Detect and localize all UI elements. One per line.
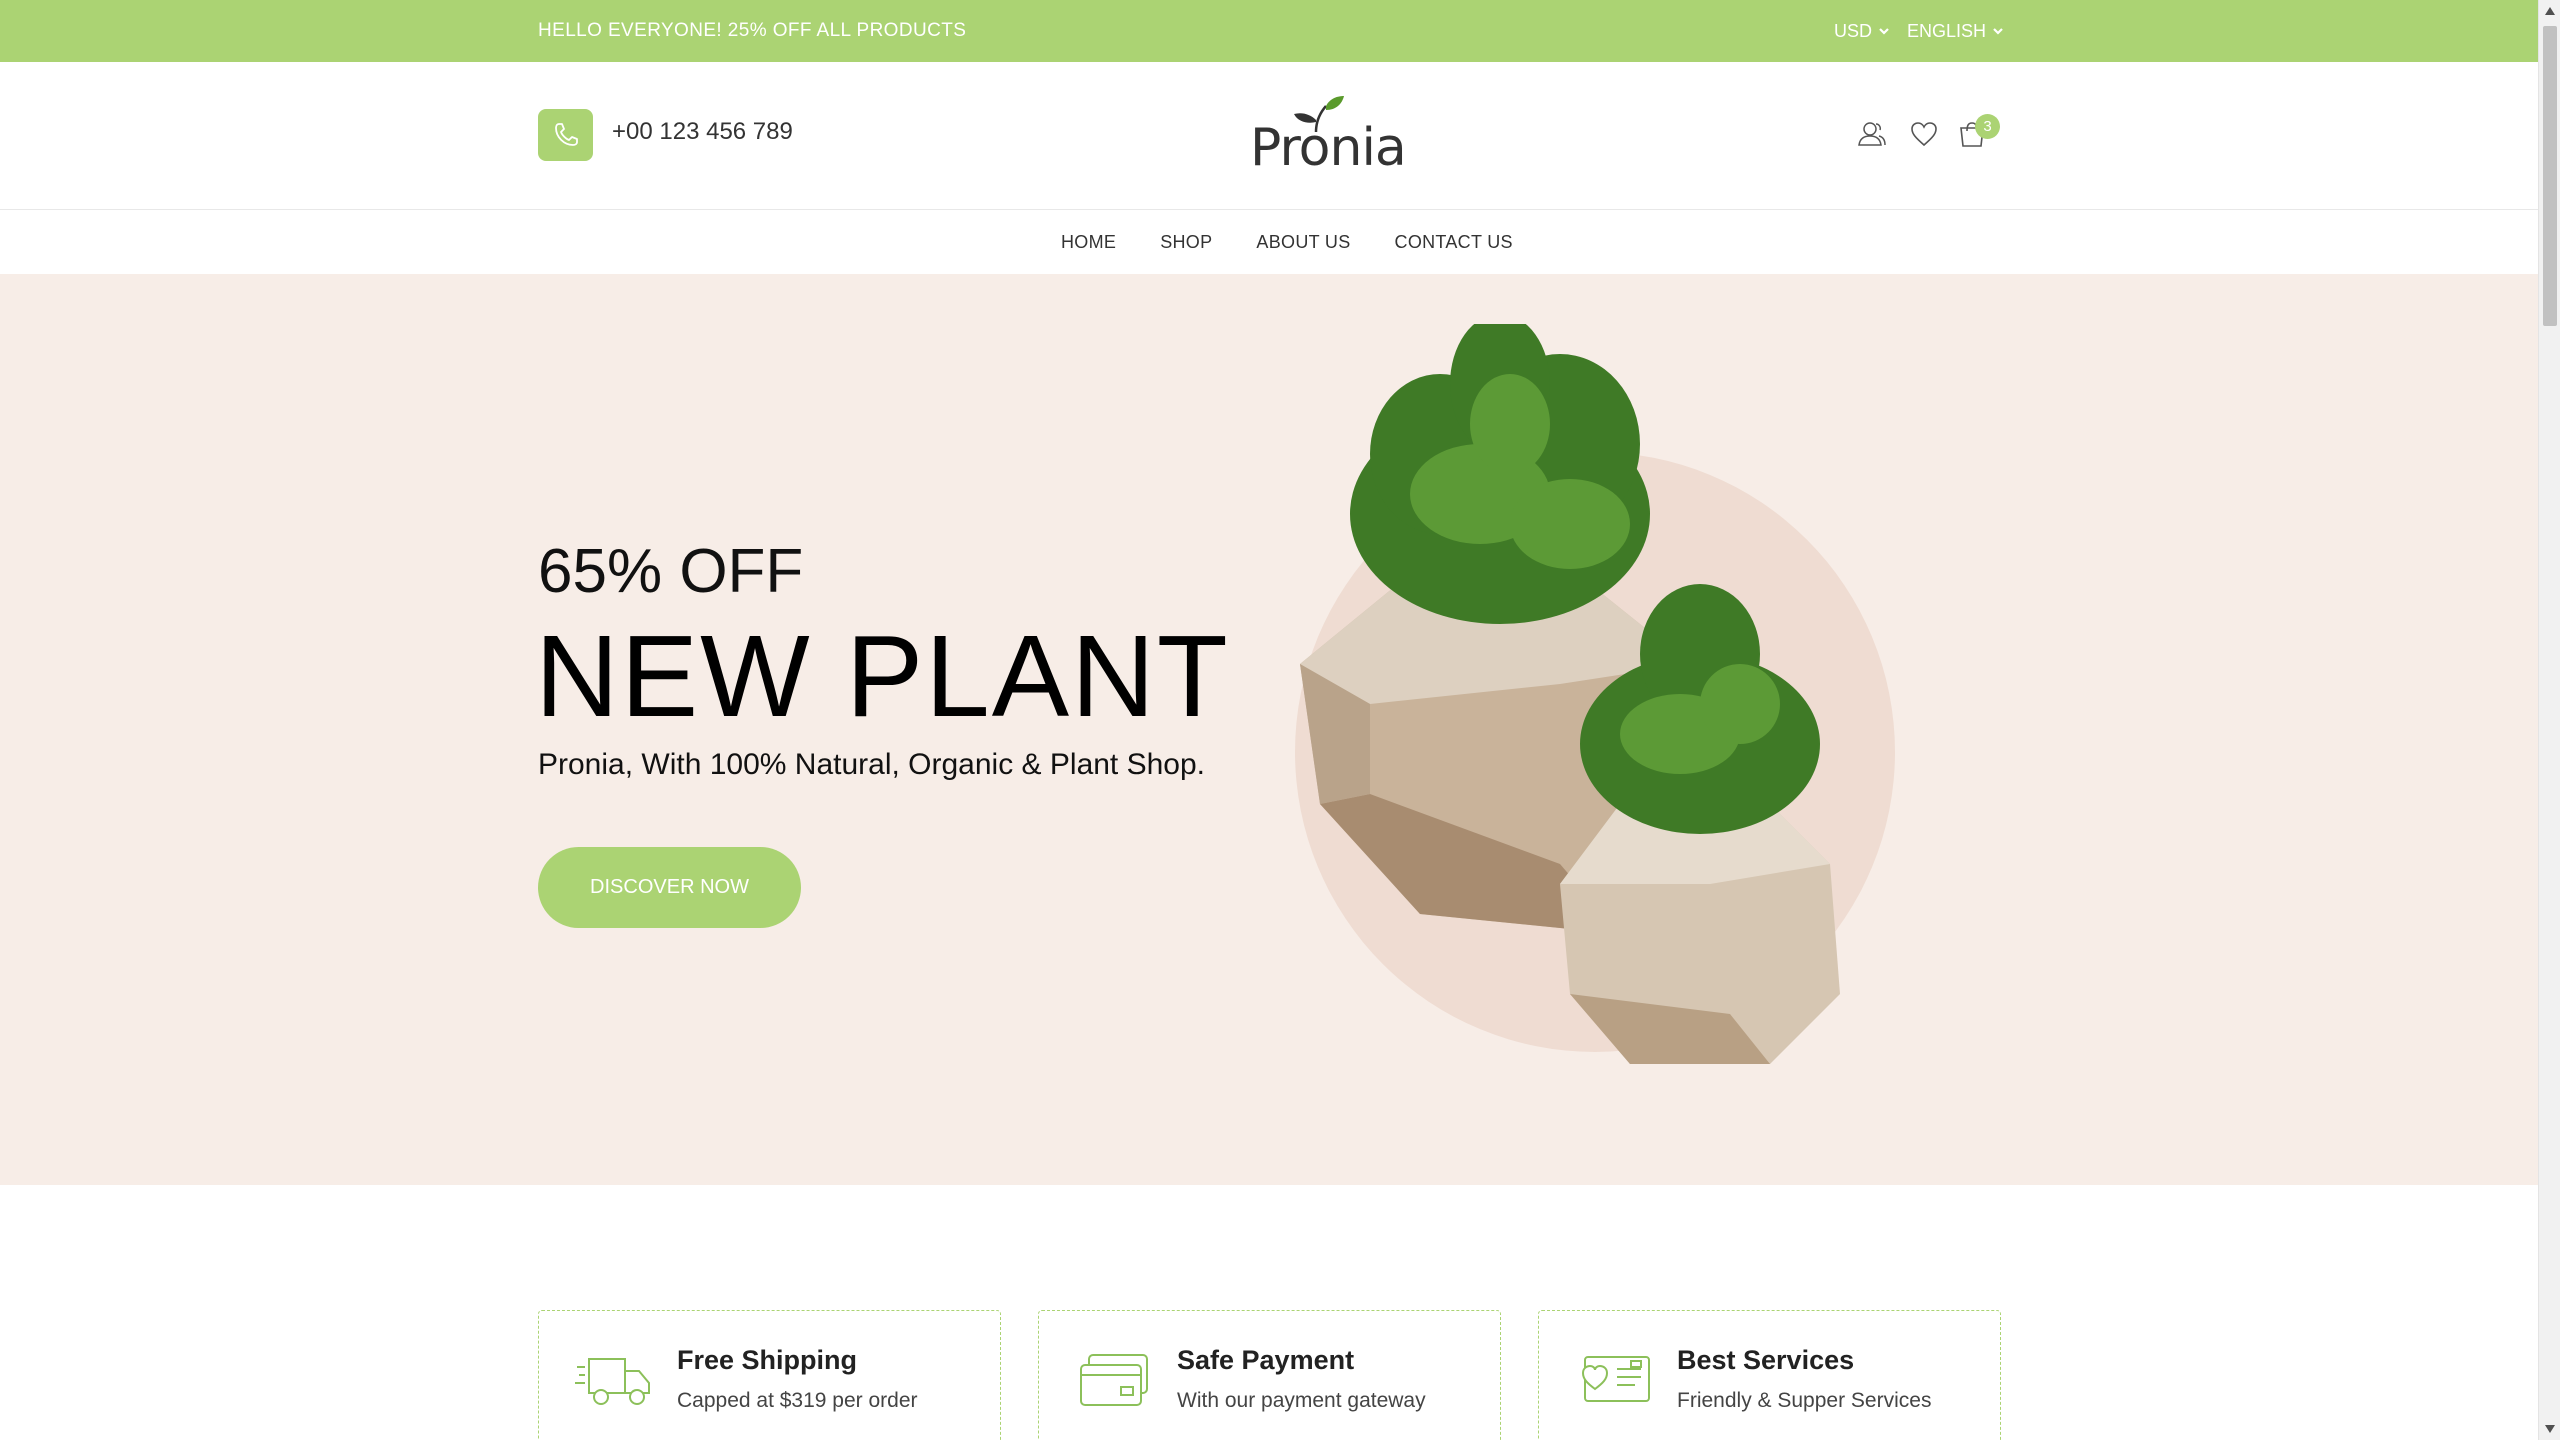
logo[interactable]: Pronia [1250, 94, 1407, 178]
hero-subtitle: Pronia, With 100% Natural, Organic & Pla… [538, 748, 1206, 781]
wishlist-button[interactable] [1908, 118, 1940, 150]
top-bar: HELLO EVERYONE! 25% OFF ALL PRODUCTS USD… [0, 0, 2538, 62]
delivery-truck-icon [575, 1358, 650, 1405]
cart-count-badge: 3 [1975, 114, 2000, 139]
feature-card-services: Best Services Friendly & Supper Services [1538, 1310, 2001, 1440]
hero-banner: 65% OFF NEW PLANT Pronia, With 100% Natu… [0, 274, 2538, 1185]
feature-card-payment: Safe Payment With our payment gateway [1038, 1310, 1501, 1440]
feature-title: Best Services [1677, 1345, 1855, 1375]
nav-item-home[interactable]: HOME [1061, 232, 1116, 253]
scroll-up-arrow[interactable] [2539, 0, 2560, 22]
caret-up-icon [2545, 7, 2555, 15]
currency-selector[interactable]: USD [1834, 0, 1890, 62]
phone-icon-box[interactable] [538, 109, 593, 161]
main-nav: HOME SHOP ABOUT US CONTACT US [0, 210, 2538, 274]
hero-plant-image [1295, 324, 1895, 1064]
feature-desc: With our payment gateway [1177, 1389, 1426, 1412]
feature-card-shipping: Free Shipping Capped at $319 per order [538, 1310, 1001, 1440]
promo-text: HELLO EVERYONE! 25% OFF ALL PRODUCTS [538, 20, 967, 41]
language-selector[interactable]: ENGLISH [1907, 0, 2004, 62]
feature-title: Free Shipping [677, 1345, 858, 1375]
feature-title: Safe Payment [1177, 1345, 1355, 1375]
nav-item-contact-us[interactable]: CONTACT US [1395, 232, 1513, 253]
nav-item-shop[interactable]: SHOP [1160, 232, 1212, 253]
scroll-down-arrow[interactable] [2539, 1418, 2560, 1440]
user-icon [1858, 122, 1886, 146]
nav-item-about-us[interactable]: ABOUT US [1256, 232, 1350, 253]
phone-icon [554, 123, 578, 146]
scrollbar[interactable] [2538, 0, 2560, 1440]
page: HELLO EVERYONE! 25% OFF ALL PRODUCTS USD… [0, 0, 2538, 1440]
caret-down-icon [2545, 1425, 2555, 1433]
discover-now-button[interactable]: DISCOVER NOW [538, 847, 801, 928]
language-label: ENGLISH [1907, 21, 1987, 41]
logo-text: Pronia [1250, 118, 1407, 178]
hero-title: NEW PLANT [535, 611, 1230, 741]
chevron-down-icon [1993, 28, 2003, 35]
scroll-thumb[interactable] [2543, 26, 2557, 326]
site-header: +00 123 456 789 Pronia 3 [0, 62, 2538, 210]
credit-card-icon [1080, 1354, 1148, 1406]
feature-desc: Friendly & Supper Services [1677, 1389, 1932, 1412]
chevron-down-icon [1879, 28, 1889, 35]
hero-offer: 65% OFF [538, 537, 804, 606]
feature-desc: Capped at $319 per order [677, 1389, 918, 1412]
service-card-icon [1581, 1356, 1650, 1402]
heart-icon [1911, 122, 1937, 147]
user-account-button[interactable] [1856, 118, 1888, 150]
currency-label: USD [1834, 21, 1873, 41]
phone-number[interactable]: +00 123 456 789 [612, 118, 793, 146]
